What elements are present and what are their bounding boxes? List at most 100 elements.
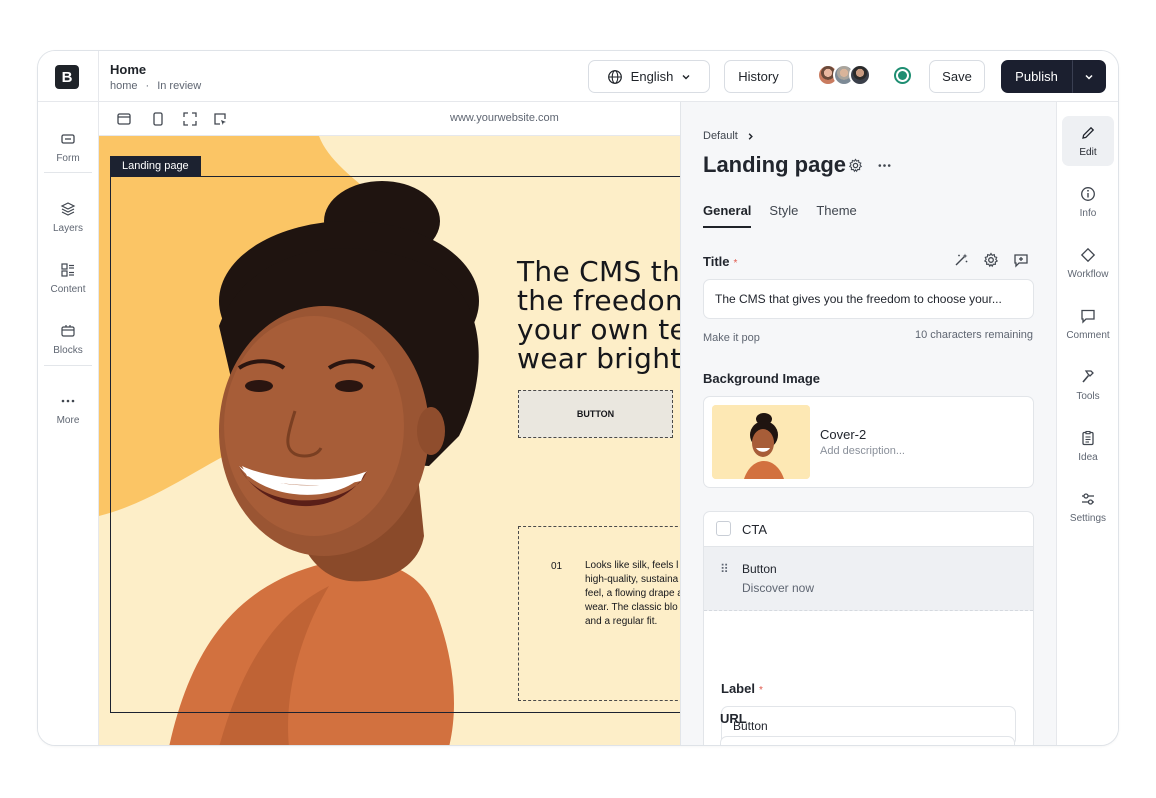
breadcrumb-path[interactable]: home: [110, 80, 138, 92]
layers-icon: [60, 201, 76, 216]
editor-tabs: General Style Theme: [703, 203, 857, 228]
clipboard-icon: [1082, 430, 1094, 445]
editor-breadcrumb[interactable]: Default: [703, 130, 755, 142]
rail-item-layers[interactable]: Layers: [38, 191, 98, 243]
preview-toolbar: www.yourwebsite.com: [99, 102, 680, 136]
cta-button-subtitle: Discover now: [742, 581, 815, 595]
mobile-view-icon[interactable]: [150, 111, 166, 127]
breadcrumb-item[interactable]: Default: [703, 130, 738, 142]
gear-icon[interactable]: [983, 252, 999, 268]
cover-description-input[interactable]: Add description...: [820, 445, 905, 457]
rail-item-more[interactable]: More: [38, 383, 98, 435]
add-comment-icon[interactable]: [1013, 252, 1029, 268]
rail-item-idea[interactable]: Idea: [1062, 421, 1114, 471]
rail-label: More: [56, 414, 80, 426]
collaborators[interactable]: [817, 64, 871, 86]
headline-line: your own tec: [517, 313, 680, 346]
background-image-label: Background Image: [703, 371, 821, 386]
rail-item-edit[interactable]: Edit: [1062, 116, 1114, 166]
cta-checkbox[interactable]: [716, 521, 731, 536]
rail-label: Edit: [1079, 146, 1097, 158]
title-field-actions: [953, 252, 1029, 268]
rail-label: Layers: [52, 222, 83, 234]
rail-divider: [44, 172, 92, 173]
cta-label: CTA: [742, 522, 768, 537]
required-mark: *: [733, 258, 738, 269]
cover-name: Cover-2: [820, 427, 867, 442]
cover-image: [712, 405, 810, 479]
left-rail: B Form Layers Content Blocks More: [38, 51, 99, 745]
avatar[interactable]: [849, 64, 871, 86]
tab-theme[interactable]: Theme: [816, 203, 856, 228]
rail-divider: [38, 101, 98, 102]
label-field-label: Label *: [721, 681, 763, 696]
cover-thumbnail[interactable]: [712, 405, 810, 479]
feature-paragraph: Looks like silk, feels l high-quality, s…: [585, 560, 680, 627]
content-icon: [61, 262, 74, 277]
tab-style[interactable]: Style: [769, 203, 798, 228]
rail-item-settings[interactable]: Settings: [1062, 482, 1114, 532]
globe-icon: [607, 69, 622, 84]
chevron-down-icon: [1085, 74, 1093, 80]
tab-general[interactable]: General: [703, 203, 752, 228]
magic-wand-icon[interactable]: [953, 252, 969, 268]
rail-item-blocks[interactable]: Blocks: [38, 313, 98, 365]
rail-label: Idea: [1078, 451, 1098, 463]
drag-handle-icon[interactable]: ⠿: [720, 563, 729, 575]
sliders-icon: [1082, 492, 1094, 505]
title-actions: [848, 158, 892, 173]
title-label-text: Title: [703, 254, 730, 269]
rail-item-workflow[interactable]: Workflow: [1062, 238, 1114, 288]
breadcrumb: home · In review: [110, 80, 201, 92]
app-window: B Form Layers Content Blocks More Home h…: [37, 50, 1119, 746]
diamond-icon: [1080, 247, 1096, 262]
right-rail: Edit Info Workflow Comment Tools Idea Se…: [1056, 102, 1118, 745]
background-image-card[interactable]: Cover-2 Add description...: [703, 396, 1034, 488]
rail-label: Settings: [1069, 512, 1107, 524]
rail-label: Content: [50, 283, 86, 295]
cta-button-title: Button: [742, 562, 777, 576]
title-field-label: Title *: [703, 254, 737, 269]
hero-headline[interactable]: The CMS tha the freedom your own tec wea…: [517, 257, 680, 373]
rail-item-content[interactable]: Content: [38, 252, 98, 304]
more-horizontal-icon[interactable]: [877, 158, 892, 173]
headline-line: The CMS tha: [517, 255, 680, 288]
form-icon: [61, 133, 75, 144]
landing-page-tag[interactable]: Landing page: [110, 156, 201, 176]
blocks-icon: [61, 324, 75, 337]
chevron-down-icon: [682, 74, 690, 79]
breadcrumb-separator: ·: [145, 80, 150, 92]
publish-button[interactable]: Publish: [1001, 60, 1072, 93]
cta-button-item[interactable]: ⠿ Button Discover now: [704, 547, 1033, 611]
fullscreen-icon[interactable]: [182, 111, 198, 127]
headline-line: wear bright s: [517, 342, 680, 375]
rail-label: Workflow: [1067, 268, 1109, 280]
comment-icon: [1081, 309, 1095, 324]
publish-options-button[interactable]: [1072, 60, 1106, 93]
rail-label: Comment: [1066, 329, 1110, 341]
save-button[interactable]: Save: [929, 60, 985, 93]
url-input[interactable]: [720, 736, 1015, 745]
history-button[interactable]: History: [724, 60, 793, 93]
rail-item-info[interactable]: Info: [1062, 177, 1114, 227]
title-hint: Make it pop: [703, 332, 760, 344]
gear-icon[interactable]: [848, 158, 863, 173]
pencil-icon: [1082, 126, 1095, 139]
rail-item-comment[interactable]: Comment: [1062, 299, 1114, 349]
top-bar: Home home · In review English History Sa…: [99, 51, 1118, 102]
cta-header[interactable]: CTA: [704, 512, 1033, 547]
language-select[interactable]: English: [588, 60, 710, 93]
rail-item-form[interactable]: Form: [38, 121, 98, 173]
app-logo[interactable]: B: [55, 65, 79, 89]
title-input[interactable]: The CMS that gives you the freedom to ch…: [703, 279, 1034, 319]
rail-label: Tools: [1076, 390, 1100, 402]
select-element-icon[interactable]: [212, 111, 228, 127]
hero-cta-button[interactable]: BUTTON: [518, 390, 673, 438]
feature-number: 01: [551, 561, 563, 572]
info-icon: [1081, 186, 1095, 201]
more-icon: [61, 399, 75, 402]
rail-item-tools[interactable]: Tools: [1062, 360, 1114, 410]
hammer-icon: [1082, 369, 1094, 383]
desktop-view-icon[interactable]: [116, 111, 132, 127]
preview-canvas: Landing page The CMS tha the freedom you…: [99, 136, 680, 745]
